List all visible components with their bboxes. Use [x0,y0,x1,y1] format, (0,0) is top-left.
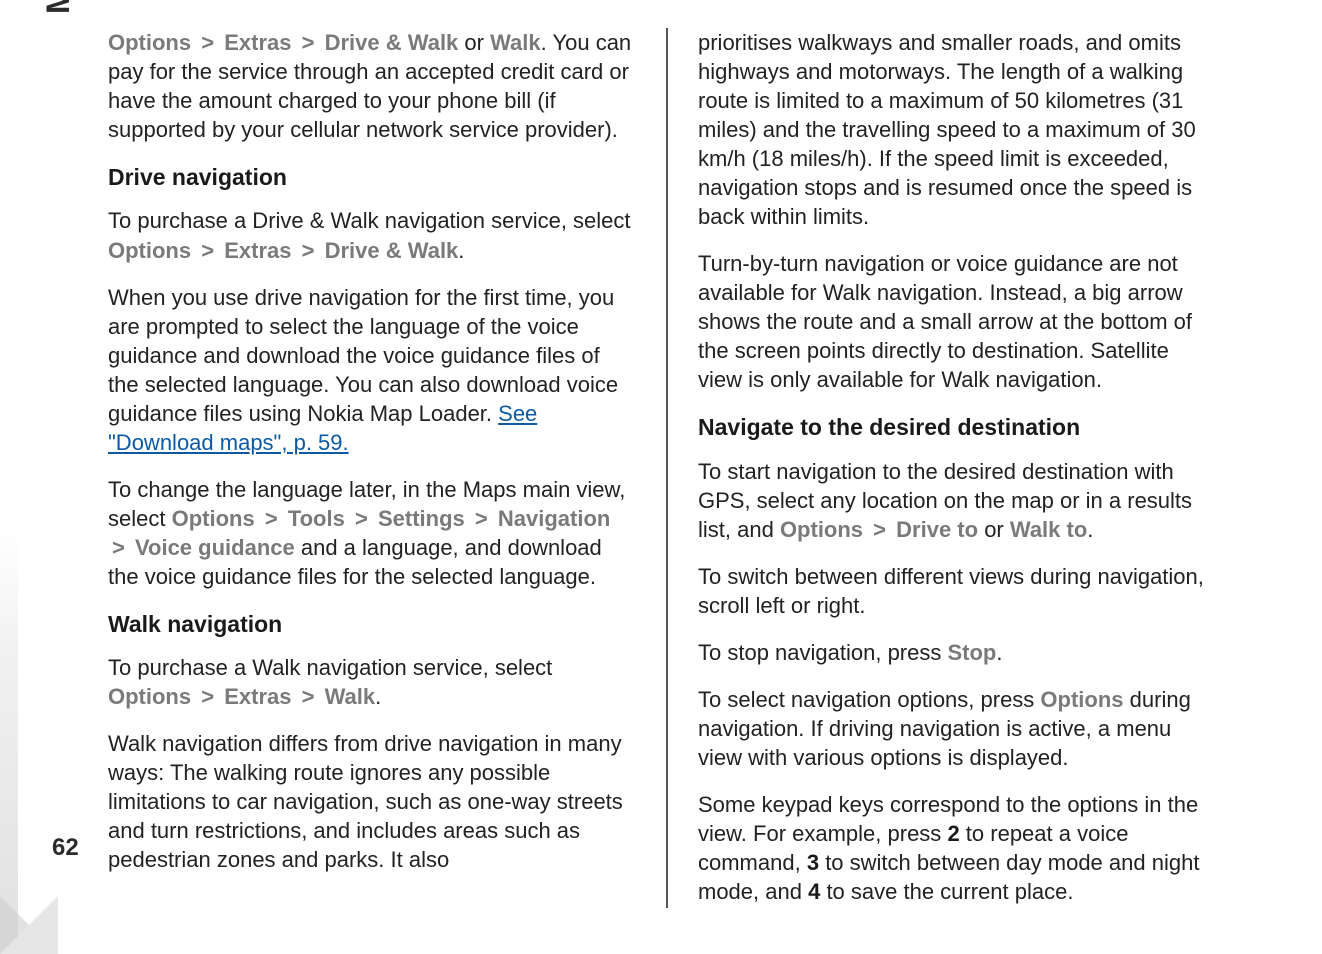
menu-separator: > [108,535,129,560]
paragraph: To purchase a Walk navigation service, s… [108,653,636,711]
body-text: or [978,517,1010,542]
paragraph: Options > Extras > Drive & Walk or Walk.… [108,28,636,144]
paragraph: To change the language later, in the Map… [108,475,636,591]
menu-path-item: Navigation [498,506,610,531]
menu-separator: > [197,238,218,263]
body-text: To select navigation options, press [698,687,1040,712]
menu-path-item: Extras [224,238,291,263]
manual-page: Maps 62 Options > Extras > Drive & Walk … [0,0,1322,954]
paragraph: To select navigation options, press Opti… [698,685,1208,772]
menu-path-item: Extras [224,30,291,55]
menu-path-item: Drive to [896,517,978,542]
menu-path-item: Options [108,30,191,55]
body-text: . [375,684,381,709]
body-text: To purchase a Drive & Walk navigation se… [108,208,631,233]
heading-drive-navigation: Drive navigation [108,162,636,192]
paragraph: When you use drive navigation for the fi… [108,283,636,457]
page-shadow [0,0,18,954]
body-text: To stop navigation, press [698,640,947,665]
paragraph: Some keypad keys correspond to the optio… [698,790,1208,906]
menu-path-item: Options [780,517,863,542]
paragraph: prioritises walkways and smaller roads, … [698,28,1208,231]
paragraph: Turn-by-turn navigation or voice guidanc… [698,249,1208,394]
heading-walk-navigation: Walk navigation [108,609,636,639]
menu-path-item: Extras [224,684,291,709]
menu-separator: > [298,30,319,55]
menu-path-item: Tools [288,506,345,531]
keypad-key: 2 [947,821,959,846]
menu-separator: > [298,684,319,709]
paragraph: To switch between different views during… [698,562,1208,620]
column-right: prioritises walkways and smaller roads, … [668,28,1228,908]
menu-path-item: Options [108,238,191,263]
paragraph: To start navigation to the desired desti… [698,457,1208,544]
body-text: To purchase a Walk navigation service, s… [108,655,552,680]
page-fold [0,896,58,954]
menu-path-item: Walk to [1010,517,1087,542]
section-tab: Maps [40,0,77,14]
menu-path-item: Options [1040,687,1123,712]
page-number: 62 [52,834,79,862]
menu-separator: > [471,506,492,531]
menu-separator: > [197,30,218,55]
content-area: Options > Extras > Drive & Walk or Walk.… [108,28,1288,908]
menu-separator: > [869,517,890,542]
menu-separator: > [298,238,319,263]
menu-path-item: Stop [947,640,996,665]
menu-path-item: Drive & Walk [325,238,459,263]
body-text: or [458,30,490,55]
menu-path-item: Options [172,506,255,531]
menu-separator: > [351,506,372,531]
body-text: . [996,640,1002,665]
body-text: . [1087,517,1093,542]
body-text: to save the current place. [820,879,1073,904]
menu-path-item: Settings [378,506,465,531]
menu-path-item: Drive & Walk [325,30,459,55]
body-text: . [458,238,464,263]
paragraph: Walk navigation differs from drive navig… [108,729,636,874]
paragraph: To purchase a Drive & Walk navigation se… [108,206,636,264]
menu-separator: > [197,684,218,709]
keypad-key: 3 [807,850,819,875]
menu-path-item: Walk [325,684,376,709]
menu-path-item: Voice guidance [135,535,295,560]
menu-path-item: Options [108,684,191,709]
body-text: When you use drive navigation for the fi… [108,285,618,426]
menu-separator: > [261,506,282,531]
menu-path-item: Walk [490,30,541,55]
column-left: Options > Extras > Drive & Walk or Walk.… [108,28,668,908]
paragraph: To stop navigation, press Stop. [698,638,1208,667]
heading-navigate-destination: Navigate to the desired destination [698,412,1208,442]
keypad-key: 4 [808,879,820,904]
